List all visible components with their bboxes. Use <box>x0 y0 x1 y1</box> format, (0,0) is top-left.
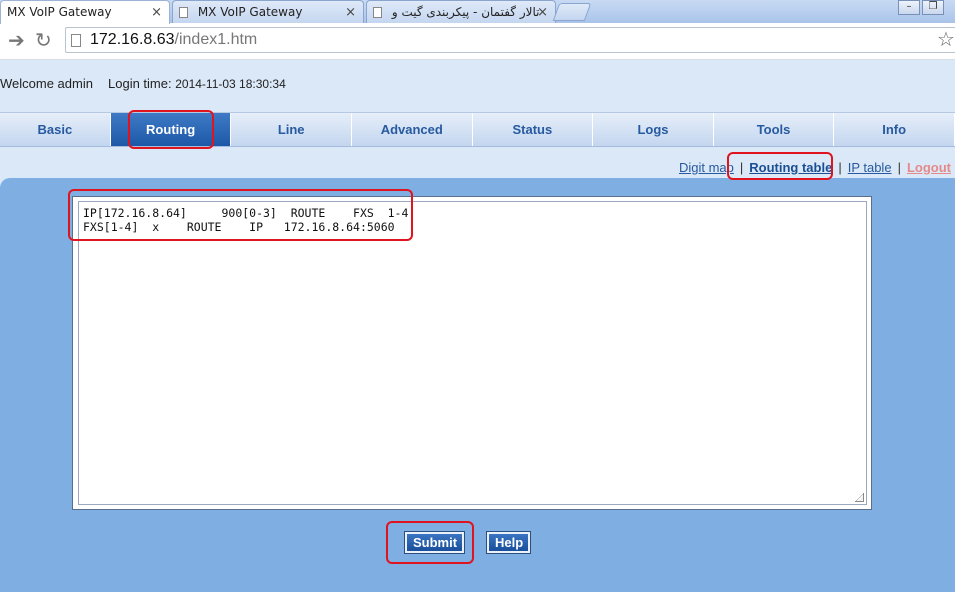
login-time: Login time: 2014-11-03 18:30:34 <box>108 76 286 91</box>
browser-tab-1[interactable]: MX VoIP Gateway × <box>0 0 170 24</box>
restore-button[interactable]: ❐ <box>922 0 944 15</box>
sub-navigation: Digit map | Routing table | IP table | Logout <box>679 160 951 175</box>
close-icon[interactable]: × <box>345 1 356 23</box>
resize-grip-icon[interactable] <box>855 493 864 502</box>
close-icon[interactable]: × <box>151 1 162 24</box>
separator: | <box>838 160 842 175</box>
page-icon <box>71 34 81 47</box>
page-icon <box>179 7 188 18</box>
browser-tab-strip: MX VoIP Gateway × MX VoIP Gateway × تالا… <box>0 0 955 24</box>
routing-table-box <box>72 196 872 510</box>
page-icon <box>373 7 382 18</box>
digit-map-link[interactable]: Digit map <box>679 160 734 175</box>
menu-routing[interactable]: Routing <box>110 113 232 146</box>
separator: | <box>739 160 744 175</box>
login-time-value: 2014-11-03 18:30:34 <box>175 77 286 91</box>
browser-toolbar: ➔ ↻ 172.16.8.63/index1.htm ☆ <box>0 23 955 60</box>
browser-tab-2[interactable]: MX VoIP Gateway × <box>172 0 364 23</box>
minimize-button[interactable]: – <box>898 0 920 15</box>
tab-title: MX VoIP Gateway <box>7 5 112 19</box>
routing-table-frame <box>78 201 867 505</box>
menu-advanced[interactable]: Advanced <box>352 113 473 146</box>
url-path: /index1.htm <box>174 31 258 48</box>
menu-line[interactable]: Line <box>231 113 352 146</box>
submit-button[interactable]: Submit <box>405 532 464 553</box>
content-panel: Submit Help <box>0 178 955 592</box>
routing-table-link[interactable]: Routing table <box>749 160 832 175</box>
help-button[interactable]: Help <box>487 532 530 553</box>
address-bar[interactable]: 172.16.8.63/index1.htm <box>65 27 955 53</box>
separator: | <box>897 160 901 175</box>
url-host: 172.16.8.63 <box>90 31 175 48</box>
logout-link[interactable]: Logout <box>907 160 951 175</box>
main-menu: Basic Routing Line Advanced Status Logs … <box>0 112 955 147</box>
menu-logs[interactable]: Logs <box>593 113 714 146</box>
reload-icon[interactable]: ↻ <box>35 29 52 51</box>
tab-title: تالار گفتمان - پیکربندی گیت و <box>391 5 540 19</box>
login-time-label: Login time: <box>108 76 172 91</box>
menu-info[interactable]: Info <box>834 113 955 146</box>
gateway-page: Welcome admin Login time: 2014-11-03 18:… <box>0 60 955 592</box>
menu-status[interactable]: Status <box>473 113 594 146</box>
ip-table-link[interactable]: IP table <box>848 160 892 175</box>
menu-tools[interactable]: Tools <box>714 113 835 146</box>
close-icon[interactable]: × <box>537 1 548 23</box>
forward-arrow-icon[interactable]: ➔ <box>8 29 25 51</box>
menu-basic[interactable]: Basic <box>0 113 111 146</box>
new-tab-button[interactable] <box>552 3 592 21</box>
bookmark-star-icon[interactable]: ☆ <box>937 28 955 50</box>
url-text[interactable]: 172.16.8.63/index1.htm <box>90 30 257 50</box>
welcome-text: Welcome admin <box>0 76 93 91</box>
routing-table-textarea[interactable] <box>81 204 861 504</box>
tab-title: MX VoIP Gateway <box>197 5 303 19</box>
browser-tab-3[interactable]: تالار گفتمان - پیکربندی گیت و × <box>366 0 556 23</box>
